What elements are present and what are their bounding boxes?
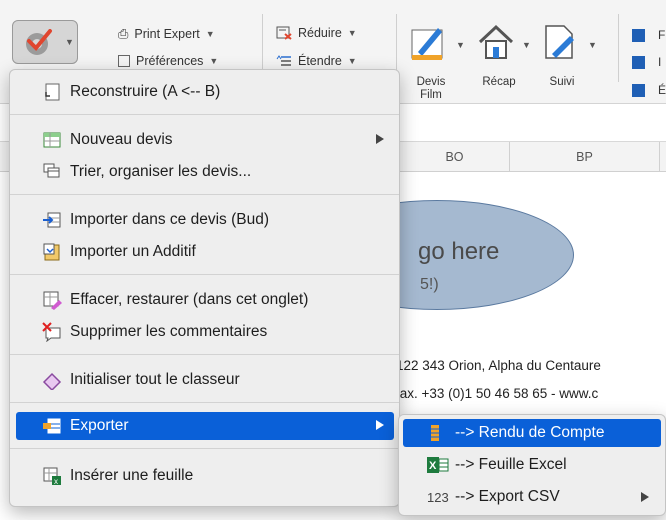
svg-text:X: X: [429, 460, 437, 472]
reduire-button[interactable]: Réduire ▼: [276, 26, 357, 40]
menu-separator: [10, 354, 399, 355]
devis-film-button[interactable]: ▼ Devis Film: [406, 18, 465, 101]
menu-item-exporter[interactable]: Exporter: [16, 412, 394, 440]
new-sheet-icon: [42, 130, 62, 150]
menu-item-inserer-feuille[interactable]: x Insérer une feuille: [16, 462, 394, 490]
suivi-button[interactable]: ▼ Suivi: [536, 18, 597, 98]
blue-square-icon: [632, 56, 645, 69]
menu-item-initialiser[interactable]: Initialiser tout le classeur: [16, 366, 394, 394]
logo-placeholder-subtext: 5!): [420, 276, 439, 293]
divider: [618, 14, 619, 82]
document-pencil-icon: [545, 25, 574, 59]
submenu-item-rendu-compte[interactable]: --> Rendu de Compte: [403, 419, 661, 447]
insert-sheet-icon: x: [42, 466, 62, 486]
export-icon: [42, 416, 62, 436]
column-header[interactable]: BO: [400, 142, 510, 172]
expand-icon: [276, 55, 291, 66]
menu-item-nouveau-devis[interactable]: Nouveau devis: [16, 126, 394, 154]
exporter-submenu: --> Rendu de Compte X --> Feuille Excel …: [398, 414, 666, 516]
chevron-down-icon: ▼: [65, 37, 74, 47]
import-icon: [42, 210, 62, 230]
logo-placeholder-text: go here: [418, 238, 500, 265]
tools-menu-button[interactable]: ▼: [12, 20, 78, 64]
submenu-arrow-icon: [376, 134, 384, 144]
submenu-arrow-icon: [641, 492, 649, 502]
svg-text:x: x: [54, 477, 58, 486]
menu-separator: [10, 448, 399, 449]
excel-icon: X: [427, 455, 449, 475]
report-sheet-icon: [427, 423, 447, 443]
rebuild-icon: [42, 82, 62, 102]
printer-icon: ⎙: [118, 26, 129, 41]
contact-line: fax. +33 (0)1 50 46 58 65 - www.c: [396, 386, 599, 401]
chevron-down-icon: ▼: [456, 40, 465, 50]
address-line: 122 343 Orion, Alpha du Centaure: [396, 358, 601, 373]
menu-separator: [10, 194, 399, 195]
blue-square-icon: [632, 29, 645, 42]
tools-dropdown-menu: Reconstruire (A <-- B) Nouveau devis Tri…: [9, 69, 400, 507]
ribbon-item-label[interactable]: É: [658, 83, 666, 97]
chevron-down-icon: ▼: [588, 40, 597, 50]
ribbon-item-label[interactable]: I: [658, 55, 661, 69]
print-expert-button[interactable]: ⎙ Print Expert ▼: [118, 26, 215, 42]
ribbon-item-label[interactable]: F: [658, 28, 665, 42]
home-icon: [478, 24, 514, 59]
chevron-down-icon: ▼: [209, 56, 219, 66]
submenu-arrow-icon: [376, 420, 384, 430]
chevron-down-icon: ▼: [347, 56, 357, 66]
column-header[interactable]: BP: [510, 142, 660, 172]
chevron-down-icon: ▼: [205, 29, 215, 39]
gear-check-icon: [26, 29, 52, 55]
sort-sheets-icon: [42, 162, 62, 182]
import-additive-icon: [42, 242, 62, 262]
menu-item-importer-devis[interactable]: Importer dans ce devis (Bud): [16, 206, 394, 234]
menu-separator: [10, 114, 399, 115]
chevron-down-icon: ▼: [522, 40, 531, 50]
document-edit-icon: [411, 28, 443, 60]
erase-restore-icon: [42, 290, 62, 310]
collapse-icon: [276, 26, 292, 40]
csv-numbers-icon: 123: [427, 489, 449, 505]
eraser-icon: [42, 370, 62, 392]
menu-item-effacer[interactable]: Effacer, restaurer (dans cet onglet): [16, 286, 394, 314]
menu-item-supprimer-commentaires[interactable]: Supprimer les commentaires: [16, 318, 394, 346]
menu-separator: [10, 274, 399, 275]
submenu-item-export-csv[interactable]: 123 --> Export CSV: [403, 483, 661, 511]
menu-separator: [10, 402, 399, 403]
chevron-down-icon: ▼: [347, 28, 357, 38]
etendre-button[interactable]: Étendre ▼: [276, 54, 357, 68]
preferences-button[interactable]: Préférences ▼: [118, 54, 218, 68]
submenu-item-feuille-excel[interactable]: X --> Feuille Excel: [403, 451, 661, 479]
delete-comments-icon: [42, 322, 62, 343]
preferences-icon: [118, 55, 130, 67]
menu-item-importer-additif[interactable]: Importer un Additif: [16, 238, 394, 266]
recap-button[interactable]: ▼ Récap: [472, 18, 532, 98]
menu-item-trier[interactable]: Trier, organiser les devis...: [16, 158, 394, 186]
blue-square-icon: [632, 84, 645, 97]
menu-item-reconstruire[interactable]: Reconstruire (A <-- B): [16, 78, 394, 106]
